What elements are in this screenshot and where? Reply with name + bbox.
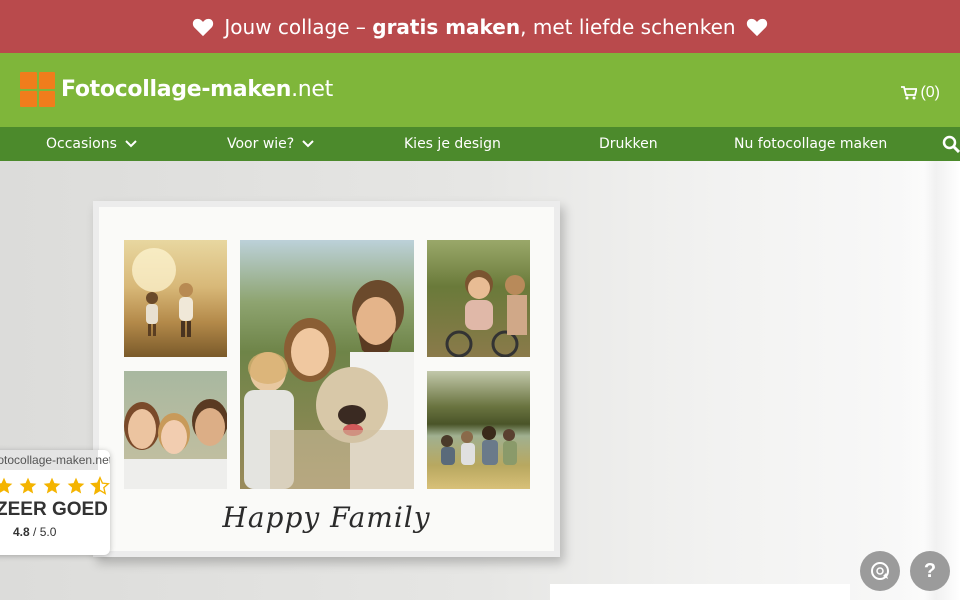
collage-photo-girl-bike <box>427 240 530 357</box>
nav-item-label: Drukken <box>599 136 658 152</box>
nav-item-drukken[interactable]: Drukken <box>599 127 658 161</box>
nav-item-occasions[interactable]: Occasions <box>46 127 137 161</box>
site-logo[interactable]: Fotocollage-maken.net <box>20 72 333 107</box>
nav-item-label: Voor wie? <box>227 136 295 152</box>
site-header: Fotocollage-maken.net (0) <box>0 53 960 127</box>
collage-photo-three-faces <box>124 371 227 489</box>
chevron-down-icon <box>125 140 137 148</box>
collage-photo-family-dog <box>240 240 414 489</box>
cart-button[interactable]: (0) <box>901 84 940 102</box>
nav-item-label: Nu fotocollage maken <box>734 136 888 152</box>
hero-section: Happy Family <box>0 161 960 600</box>
nav-item-nu-maken[interactable]: Nu fotocollage maken <box>734 127 887 161</box>
star-icon <box>19 477 37 494</box>
promo-text: Jouw collage – gratis maken, met liefde … <box>224 14 736 39</box>
rating-stars <box>0 475 110 497</box>
star-icon <box>43 477 61 494</box>
logo-text: Fotocollage-maken.net <box>61 77 333 102</box>
rating-widget[interactable]: fotocollage-maken.net ZEER GOED 4.8 / 5.… <box>0 450 110 555</box>
collage-frame: Happy Family <box>93 201 560 557</box>
cart-count: (0) <box>920 84 940 101</box>
search-icon[interactable] <box>942 135 960 153</box>
help-icon: ? <box>923 559 937 582</box>
heart-icon <box>746 18 767 36</box>
chat-button[interactable] <box>860 551 900 591</box>
rating-site-label: fotocollage-maken.net <box>0 450 110 470</box>
main-nav: Occasions Voor wie? Kies je design Drukk… <box>0 127 960 161</box>
window-curtain <box>900 161 960 600</box>
nav-item-label: Kies je design <box>404 136 501 152</box>
logo-mark-icon <box>20 72 55 107</box>
nav-item-label: Occasions <box>46 136 117 152</box>
bottom-panel-edge <box>550 584 850 600</box>
star-icon <box>0 477 13 494</box>
help-button[interactable]: ? <box>910 551 950 591</box>
nav-item-voor-wie[interactable]: Voor wie? <box>227 127 314 161</box>
promo-banner: Jouw collage – gratis maken, met liefde … <box>0 0 960 53</box>
nav-item-kies-design[interactable]: Kies je design <box>404 127 501 161</box>
shopping-cart-icon <box>901 86 918 100</box>
chevron-down-icon <box>302 140 314 148</box>
star-half-icon <box>90 476 110 495</box>
chat-icon <box>871 562 889 580</box>
star-icon <box>67 477 85 494</box>
collage-caption: Happy Family <box>222 501 431 534</box>
heart-icon <box>193 18 214 36</box>
rating-score: 4.8 / 5.0 <box>13 525 57 539</box>
collage-photo-lake <box>427 371 530 489</box>
collage-photo-kids-running <box>124 240 227 357</box>
rating-verdict: ZEER GOED <box>0 499 108 520</box>
